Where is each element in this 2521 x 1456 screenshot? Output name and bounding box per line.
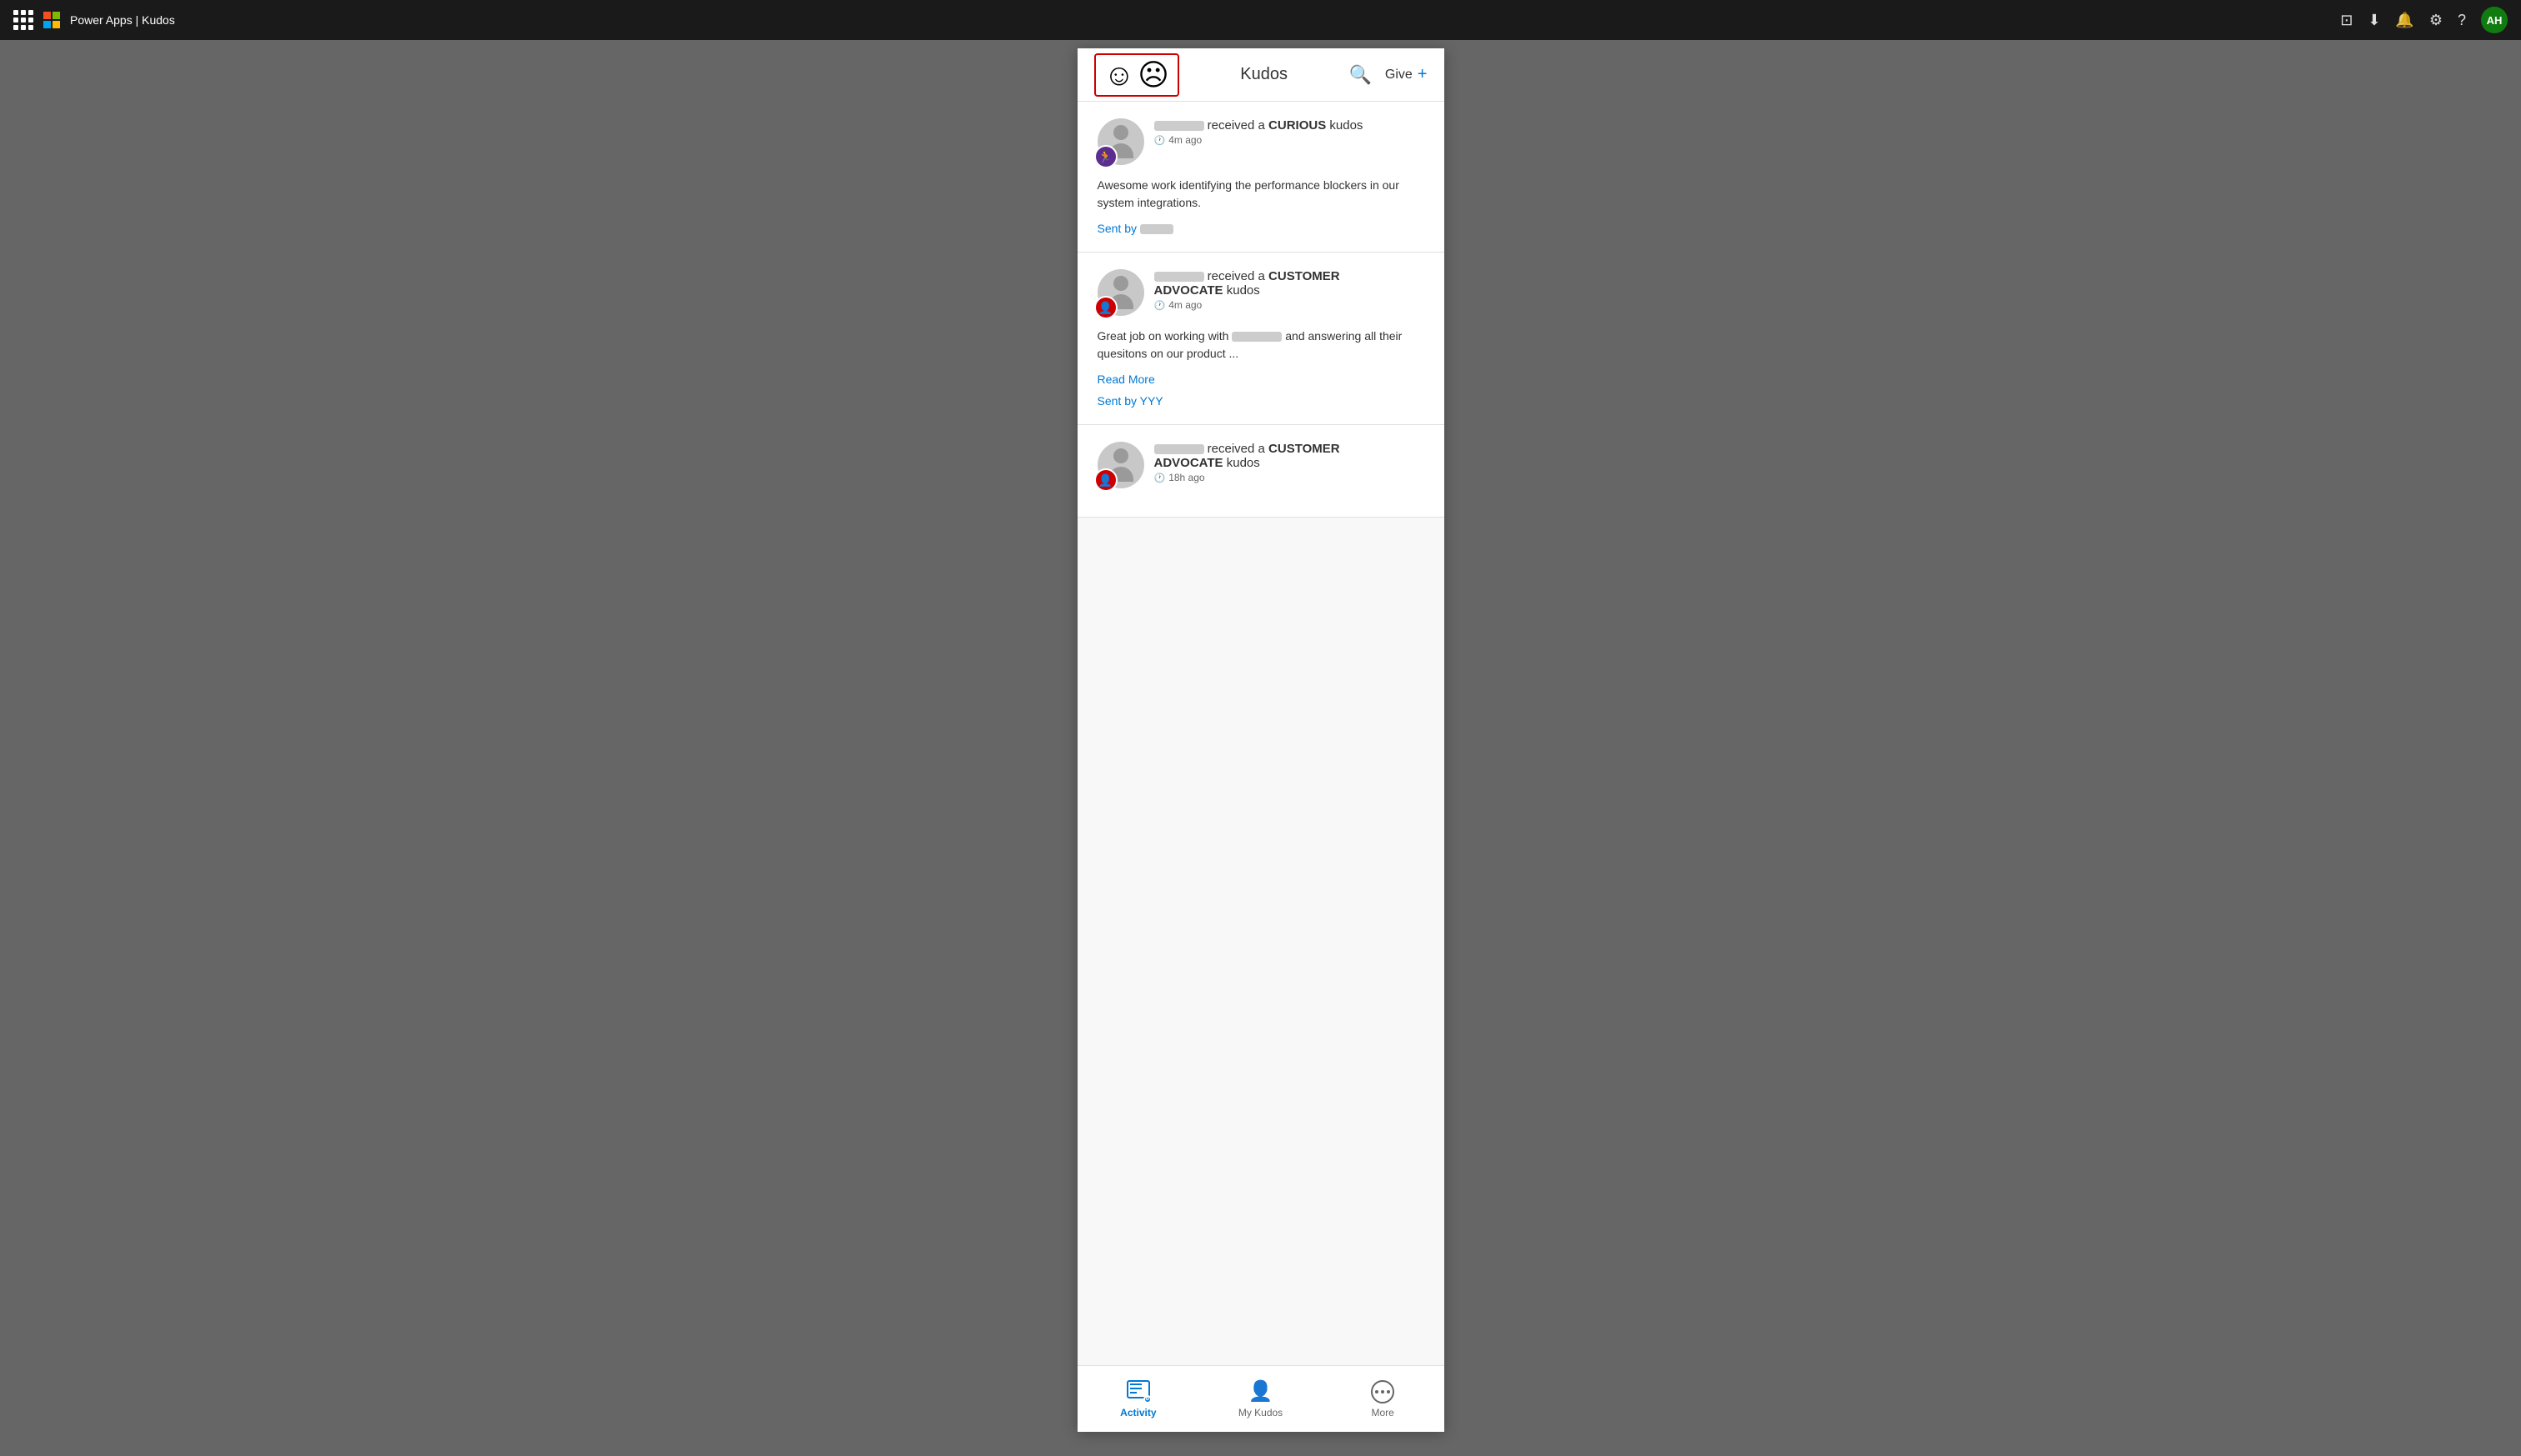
happy-emoji[interactable]: ☺	[1104, 60, 1135, 90]
screen-share-icon[interactable]: ⊡	[2340, 12, 2353, 29]
card-meta-2: received a CUSTOMERADVOCATE kudos 🕐 4m a…	[1154, 269, 1424, 311]
waffle-icon[interactable]	[13, 10, 33, 30]
help-icon[interactable]: ?	[2458, 12, 2466, 29]
panel-title: Kudos	[1240, 65, 1288, 84]
recipient-name-2	[1154, 272, 1204, 282]
card-header-2: 👤 received a CUSTOMERADVOCATE kudos 🕐	[1098, 269, 1424, 316]
header-actions: 🔍 Give +	[1348, 64, 1427, 86]
card-meta-3: received a CUSTOMERADVOCATE kudos 🕐 18h …	[1154, 442, 1424, 483]
download-icon[interactable]: ⬇	[2368, 12, 2380, 29]
sent-by-1: Sent by	[1098, 222, 1140, 235]
nav-item-more[interactable]: More	[1322, 1366, 1444, 1432]
settings-icon[interactable]: ⚙	[2429, 12, 2443, 29]
kudos-badge-2: 👤	[1094, 296, 1118, 319]
kudos-card-3: 👤 received a CUSTOMERADVOCATE kudos 🕐	[1078, 425, 1444, 518]
user-avatar[interactable]: AH	[2481, 7, 2508, 33]
nav-label-activity: Activity	[1120, 1407, 1156, 1418]
main-area: ☺ ☹ Kudos 🔍 Give + 🏃	[0, 40, 2521, 1456]
recipient-avatar-2: 👤	[1098, 269, 1144, 316]
recipient-avatar-3: 👤	[1098, 442, 1144, 488]
recipient-name-3	[1154, 444, 1204, 454]
microsoft-logo	[43, 12, 60, 28]
card-recipient-1: received a CURIOUS kudos	[1154, 118, 1424, 133]
nav-item-activity[interactable]: ⚙ Activity	[1078, 1366, 1200, 1432]
sad-emoji[interactable]: ☹	[1138, 60, 1169, 90]
card-footer-2: Sent by YYY	[1098, 394, 1424, 408]
card-recipient-3: received a CUSTOMERADVOCATE kudos	[1154, 442, 1424, 470]
notification-icon[interactable]: 🔔	[2395, 12, 2413, 29]
kudos-feed: 🏃 received a CURIOUS kudos 🕐 4m ago	[1078, 102, 1444, 1365]
recipient-avatar: 🏃	[1098, 118, 1144, 165]
sender-name-1	[1140, 224, 1173, 234]
topbar-left: Power Apps | Kudos	[13, 10, 2340, 30]
nav-label-my-kudos: My Kudos	[1238, 1407, 1283, 1418]
card-recipient-2: received a CUSTOMERADVOCATE kudos	[1154, 269, 1424, 298]
sent-by-2: Sent by YYY	[1098, 394, 1163, 408]
card-meta-1: received a CURIOUS kudos 🕐 4m ago	[1154, 118, 1424, 146]
clock-icon-2: 🕐	[1154, 300, 1166, 311]
card-time-2: 🕐 4m ago	[1154, 299, 1424, 311]
card-time-3: 🕐 18h ago	[1154, 472, 1424, 483]
clock-icon-3: 🕐	[1154, 473, 1166, 483]
kudos-card: 🏃 received a CURIOUS kudos 🕐 4m ago	[1078, 102, 1444, 253]
panel-header: ☺ ☹ Kudos 🔍 Give +	[1078, 48, 1444, 102]
card-header-3: 👤 received a CUSTOMERADVOCATE kudos 🕐	[1098, 442, 1424, 488]
card-time-1: 🕐 4m ago	[1154, 134, 1424, 146]
activity-icon: ⚙	[1127, 1380, 1150, 1403]
recipient-name-1	[1154, 121, 1204, 131]
kudos-card-2: 👤 received a CUSTOMERADVOCATE kudos 🕐	[1078, 253, 1444, 425]
redacted-name-2	[1232, 332, 1282, 342]
clock-icon-1: 🕐	[1154, 135, 1166, 146]
kudos-badge-3: 👤	[1094, 468, 1118, 492]
card-header: 🏃 received a CURIOUS kudos 🕐 4m ago	[1098, 118, 1424, 165]
read-more-2[interactable]: Read More	[1098, 373, 1424, 386]
kudos-badge-1: 🏃	[1094, 145, 1118, 168]
app-panel: ☺ ☹ Kudos 🔍 Give + 🏃	[1078, 48, 1444, 1432]
nav-item-my-kudos[interactable]: 👤 My Kudos	[1199, 1366, 1322, 1432]
app-title: Power Apps | Kudos	[70, 13, 175, 27]
card-body-1: Awesome work identifying the performance…	[1098, 177, 1424, 212]
nav-label-more: More	[1372, 1407, 1394, 1418]
card-footer-1: Sent by	[1098, 222, 1424, 235]
emoji-selection-box[interactable]: ☺ ☹	[1094, 53, 1179, 97]
more-icon	[1371, 1380, 1394, 1403]
card-body-2: Great job on working with and answering …	[1098, 328, 1424, 363]
topbar: Power Apps | Kudos ⊡ ⬇ 🔔 ⚙ ? AH	[0, 0, 2521, 40]
topbar-right: ⊡ ⬇ 🔔 ⚙ ? AH	[2340, 7, 2508, 33]
search-button[interactable]: 🔍	[1348, 64, 1371, 86]
my-kudos-icon: 👤	[1248, 1379, 1273, 1403]
give-button[interactable]: Give +	[1385, 65, 1428, 84]
bottom-nav: ⚙ Activity 👤 My Kudos More	[1078, 1365, 1444, 1432]
